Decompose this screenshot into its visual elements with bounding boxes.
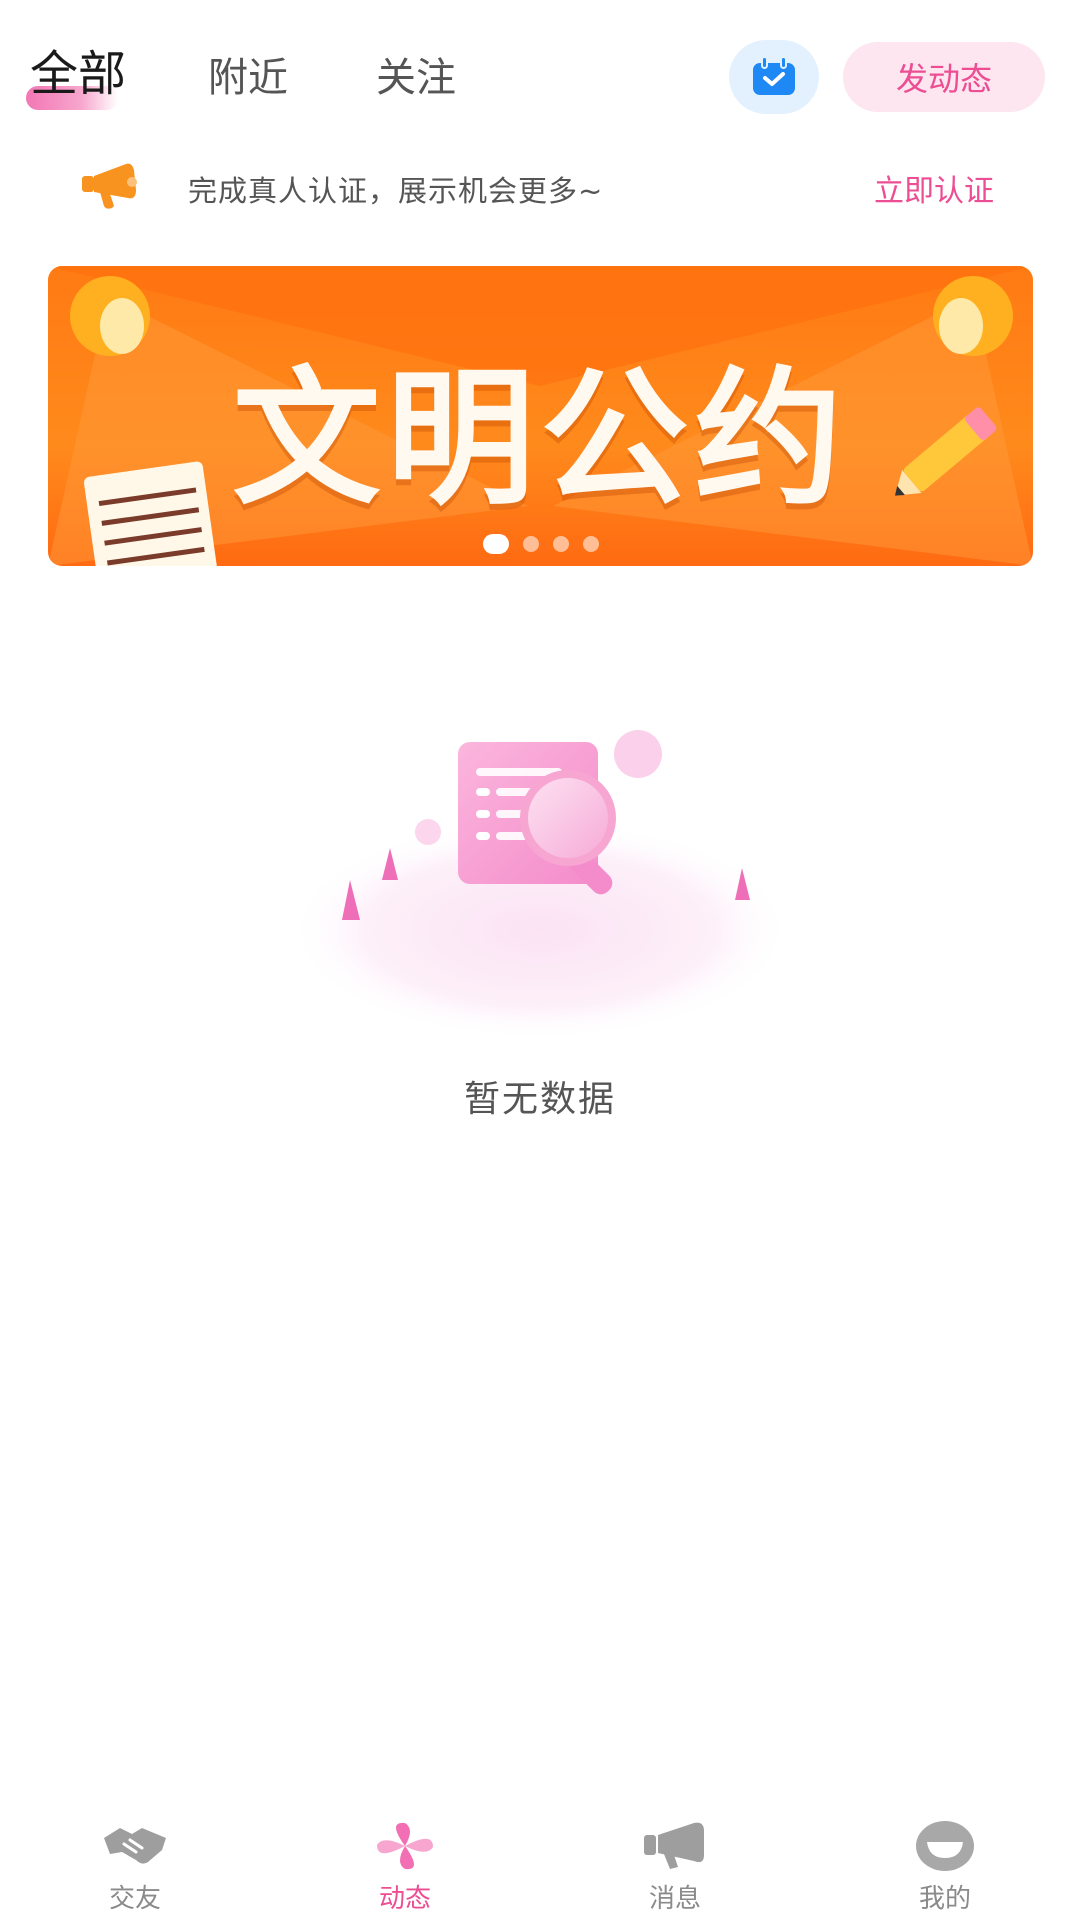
tab-nearby[interactable]: 附近	[208, 50, 288, 106]
megaphone-icon	[644, 1822, 704, 1869]
nav-item-profile[interactable]: 我的	[810, 1800, 1080, 1920]
nav-label: 我的	[918, 1884, 971, 1914]
nav-item-messages[interactable]: 消息	[540, 1800, 810, 1920]
verify-now-link[interactable]: 立即认证	[874, 166, 994, 210]
carousel-dot[interactable]	[582, 536, 599, 552]
top-bar: 全部 附近 关注 发动态	[0, 0, 1080, 150]
handshake-icon	[104, 1828, 166, 1864]
pinwheel-icon	[377, 1822, 433, 1870]
banner-title: 文明公约	[232, 353, 849, 525]
tab-all[interactable]: 全部	[30, 46, 126, 102]
nav-item-friends[interactable]: 交友	[0, 1800, 270, 1920]
megaphone-icon	[82, 163, 137, 209]
nav-item-moments[interactable]: 动态	[270, 1800, 540, 1920]
carousel-dot[interactable]	[482, 534, 509, 554]
nav-label: 交友	[108, 1884, 161, 1914]
checkin-button[interactable]	[729, 40, 819, 114]
nav-label: 消息	[648, 1884, 701, 1914]
empty-search-illustration	[290, 730, 790, 1040]
calendar-check-icon	[753, 57, 795, 95]
bottom-navigation: 交友 动态 消息 我的	[0, 1800, 1080, 1920]
empty-state: 暂无数据	[0, 720, 1080, 1140]
verification-notice: 完成真人认证，展示机会更多~ 立即认证	[0, 150, 1080, 230]
tab-follow[interactable]: 关注	[376, 50, 456, 106]
smile-face-icon	[916, 1821, 974, 1871]
post-moment-button[interactable]: 发动态	[843, 42, 1045, 112]
nav-label: 动态	[378, 1884, 431, 1914]
banner-carousel[interactable]: 文明公约	[48, 266, 1033, 566]
empty-message: 暂无数据	[463, 1079, 616, 1120]
carousel-dot[interactable]	[522, 536, 539, 552]
notice-text: 完成真人认证，展示机会更多~	[188, 174, 604, 208]
carousel-indicator	[48, 534, 1033, 554]
carousel-dot[interactable]	[552, 536, 569, 552]
